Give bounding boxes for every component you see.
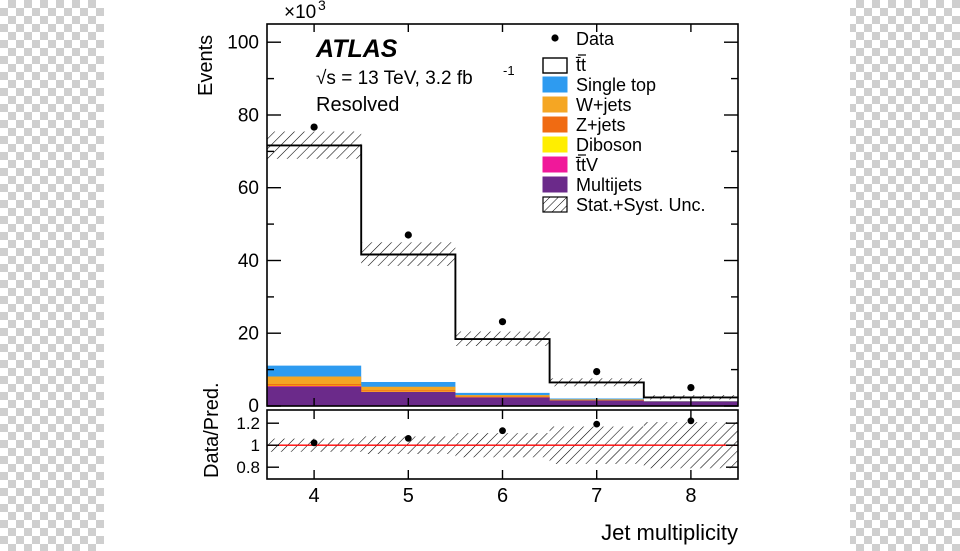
energy-label-exponent: -1 [503, 63, 515, 78]
x-tick-label: 8 [685, 485, 696, 507]
legend-swatch-ttbar [542, 57, 568, 74]
region-label: Resolved [316, 94, 399, 116]
legend-label-ttv: t̄tV [575, 155, 598, 175]
energy-label-text: √s = 13 TeV, 3.2 fb [316, 68, 473, 89]
legend-swatch-ttv [542, 156, 568, 173]
ratio-y-tick-label: 1.2 [236, 414, 260, 433]
y-tick-label: 60 [238, 178, 259, 199]
y-tick-label: 20 [238, 324, 259, 345]
energy-luminosity-label: √s = 13 TeV, 3.2 fb -1 [316, 63, 515, 89]
exponent-power: 3 [318, 0, 326, 13]
ratio-y-tick-label: 0.8 [236, 458, 260, 477]
x-axis-title: Jet multiplicity [601, 520, 738, 545]
legend-label-w-jets: W+jets [576, 95, 632, 115]
y-axis-exponent: ×10 3 [284, 0, 326, 23]
legend-swatch-uncertainty [542, 196, 568, 213]
x-tick-label: 4 [309, 485, 320, 507]
main-y-tick-labels: 0 20 40 60 80 100 [227, 33, 259, 418]
y-tick-label: 80 [238, 105, 259, 126]
total-prediction-outline [267, 144, 738, 399]
uncertainty-band [267, 131, 738, 400]
x-tick-label: 7 [591, 485, 602, 507]
legend-swatch-single-top [542, 76, 568, 93]
x-tick-labels: 4 5 6 7 8 [309, 485, 697, 507]
legend-label-data: Data [576, 29, 615, 49]
ratio-y-tick-labels: 0.8 1 1.2 [236, 414, 260, 477]
legend-label-single-top: Single top [576, 75, 656, 95]
exponent-base: ×10 [284, 2, 316, 23]
x-tick-label: 6 [497, 485, 508, 507]
legend-label-ttbar: t̄t [575, 55, 586, 75]
y-axis-title: Events [195, 35, 217, 96]
legend-label-multijets: Multijets [576, 175, 642, 195]
atlas-label: ATLAS [315, 35, 398, 63]
legend-label-z-jets: Z+jets [576, 115, 626, 135]
x-tick-label: 5 [403, 485, 414, 507]
legend-label-diboson: Diboson [576, 135, 642, 155]
y-tick-label: 40 [238, 251, 259, 272]
legend: Data t̄t Single top W+jets Z+jets Diboso… [542, 29, 706, 215]
physics-histogram-figure: 0 20 40 60 80 100 ×10 3 Events ATLAS √s … [195, 0, 739, 545]
legend-swatch-w-jets [542, 96, 568, 113]
main-plot-panel: 0 20 40 60 80 100 ×10 3 Events ATLAS √s … [195, 0, 739, 418]
legend-swatch-diboson [542, 136, 568, 153]
legend-swatch-multijets [542, 176, 568, 193]
legend-swatch-z-jets [542, 116, 568, 133]
legend-marker-data [551, 34, 559, 42]
ratio-y-axis-title: Data/Pred. [201, 382, 223, 478]
y-tick-label: 100 [227, 33, 259, 54]
ratio-y-tick-label: 1 [251, 436, 260, 455]
legend-label-uncertainty: Stat.+Syst. Unc. [576, 195, 706, 215]
